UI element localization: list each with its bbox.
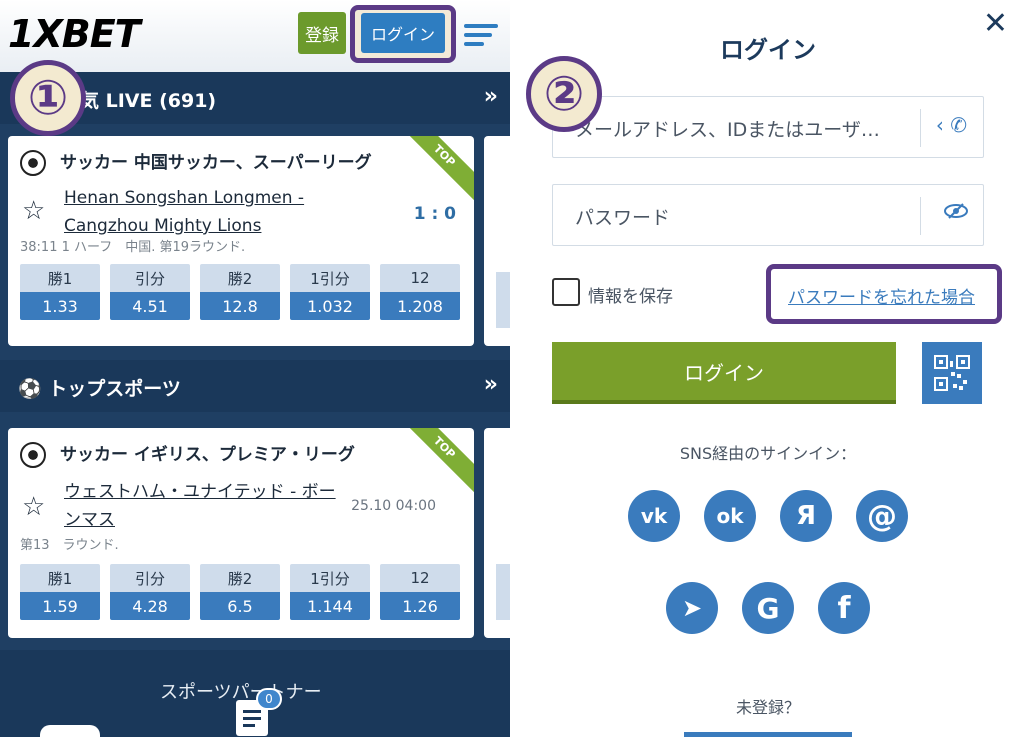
top-sports-header[interactable]: ⚽ トップスポーツ » [0, 360, 510, 412]
sns-label: SNS経由のサインイン： [679, 444, 857, 463]
eye-icon[interactable] [943, 201, 969, 226]
odd-button[interactable]: 勝1 1.59 [20, 564, 100, 620]
remember-label: 情報を保存 [588, 287, 673, 307]
bet-slip-count-badge: 0 [256, 688, 282, 710]
odd-button[interactable]: 1引分 1.032 [290, 264, 370, 320]
phone-icon[interactable]: ‹ ✆ [936, 113, 967, 137]
modal-title: ログイン [720, 36, 816, 64]
id-field[interactable]: メールアドレス、IDまたはユーザ… ‹ ✆ [552, 96, 984, 158]
login-button[interactable]: ログイン [361, 13, 445, 53]
vk-icon[interactable]: vk [628, 490, 680, 542]
login-submit-button[interactable]: ログイン [552, 342, 896, 404]
unregistered-text: 未登録？ [735, 698, 800, 717]
facebook-icon[interactable]: f [818, 582, 870, 634]
match-card[interactable]: サッカー イギリス、プレミア・リーグ TOP ☆ ウェストハム・ユナイテッド -… [8, 428, 474, 638]
password-field[interactable]: パスワード [552, 184, 984, 246]
odd-button[interactable]: 12 1.208 [380, 264, 460, 320]
mail-icon[interactable]: @ [856, 490, 908, 542]
odd-button[interactable]: 勝2 6.5 [200, 564, 280, 620]
match-meta: 第13 ラウンド. [20, 538, 119, 553]
league-title: サッカー 中国サッカー、スーパーリーグ [60, 153, 372, 173]
live-section-title: 気 LIVE (691) [80, 90, 217, 112]
soccer-ball-icon [20, 442, 46, 468]
match-card[interactable]: サッカー 中国サッカー、スーパーリーグ TOP ☆ Henan Songshan… [8, 136, 474, 346]
next-card-peek[interactable] [484, 428, 510, 638]
id-field-placeholder: メールアドレス、IDまたはユーザ… [575, 119, 880, 141]
odnoklassniki-icon[interactable]: ok [704, 490, 756, 542]
odd-button[interactable]: 勝2 12.8 [200, 264, 280, 320]
match-teams-link[interactable]: Henan Songshan Longmen - Cangzhou Mighty… [64, 184, 384, 240]
top-ribbon: TOP [394, 136, 474, 206]
login-modal: ✕ ログイン メールアドレス、IDまたはユーザ… ‹ ✆ パスワード 情報を保存… [512, 0, 1024, 737]
odd-button[interactable]: 引分 4.28 [110, 564, 190, 620]
menu-icon[interactable] [464, 22, 498, 48]
forgot-password-link[interactable]: パスワードを忘れた場合 [788, 283, 975, 308]
odds-row: 勝1 1.59 引分 4.28 勝2 6.5 1引分 1.144 12 1.26 [20, 564, 460, 620]
odd-button[interactable]: 1引分 1.144 [290, 564, 370, 620]
favorite-star-icon[interactable]: ☆ [22, 492, 45, 522]
odd-button[interactable]: 勝1 1.33 [20, 264, 100, 320]
match-teams-link[interactable]: ウェストハム・ユナイテッド - ボーンマス [64, 478, 344, 534]
odds-row: 勝1 1.33 引分 4.51 勝2 12.8 1引分 1.032 12 1.208 [20, 264, 460, 320]
register-button[interactable]: 登録 [298, 12, 346, 54]
match-meta: 38:11 1 ハーフ 中国. 第19ラウンド. [20, 240, 246, 255]
odd-button[interactable]: 12 1.26 [380, 564, 460, 620]
logo[interactable]: 1XBET [8, 12, 141, 56]
chevron-double-right-icon[interactable]: » [484, 372, 498, 397]
match-start-time: 25.10 04:00 [351, 498, 436, 514]
step-marker-1: ① [10, 60, 86, 136]
league-title: サッカー イギリス、プレミア・リーグ [60, 445, 355, 465]
match-score: 1 : 0 [413, 204, 456, 224]
google-icon[interactable]: G [742, 582, 794, 634]
register-link-bar[interactable] [684, 732, 852, 737]
qr-code-icon[interactable] [922, 342, 982, 404]
odd-button[interactable]: 引分 4.51 [110, 264, 190, 320]
next-card-peek[interactable] [484, 136, 510, 346]
remember-checkbox[interactable] [552, 278, 580, 306]
telegram-icon[interactable]: ➤ [666, 582, 718, 634]
mobile-site-panel: 1XBET 登録 ログイン 気 LIVE (691) » サッカー 中国サッカー… [0, 0, 510, 737]
favorite-star-icon[interactable]: ☆ [22, 196, 45, 226]
yandex-icon[interactable]: Я [780, 490, 832, 542]
chevron-double-right-icon[interactable]: » [484, 84, 498, 109]
password-field-placeholder: パスワード [575, 207, 671, 229]
soccer-ball-icon [20, 150, 46, 176]
top-sports-title: ⚽ トップスポーツ [18, 378, 181, 400]
top-ribbon: TOP [394, 428, 474, 498]
partner-logo [40, 725, 100, 737]
step-marker-2: ② [526, 56, 602, 132]
top-bar: 1XBET 登録 ログイン [0, 0, 510, 72]
